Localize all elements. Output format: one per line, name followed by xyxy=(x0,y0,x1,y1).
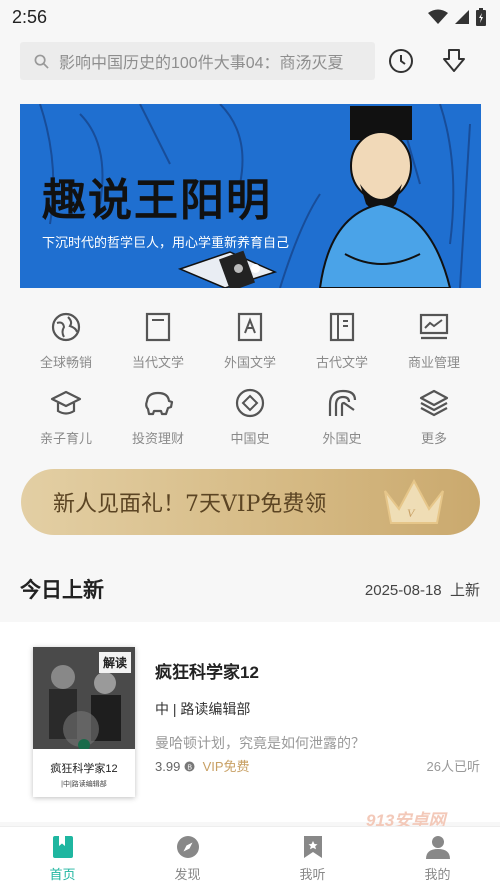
book-price: 3.99 B VIP免费 xyxy=(155,756,250,775)
signal-icon xyxy=(455,10,469,24)
user-icon xyxy=(425,836,450,859)
promo-text: 新人见面礼！7天VIP免费领 xyxy=(53,492,327,517)
book-title: 疯狂科学家12 xyxy=(155,663,259,682)
status-time: 2:56 xyxy=(12,6,48,27)
clock-icon xyxy=(389,49,413,73)
tab-my-listening[interactable]: 我听 xyxy=(250,827,375,889)
bookmark-book-icon xyxy=(52,836,73,858)
chart-icon xyxy=(419,313,449,340)
promo-banner[interactable]: 趣说王阳明 下沉时代的哲学巨人，用心学重新养育自己 xyxy=(20,104,481,288)
tab-label: 我听 xyxy=(299,867,326,882)
listener-count: 26人已听 xyxy=(426,759,480,774)
book-list: 解读 疯狂科学家12 |中|路读编辑部 疯狂科学家12 中 | 路读编辑部 曼哈… xyxy=(0,622,500,822)
cover-author: |中|路读编辑部 xyxy=(61,781,107,788)
search-input[interactable]: 影响中国历史的100件大事04：商汤灭夏 xyxy=(20,42,375,80)
globe-icon xyxy=(51,312,81,342)
history-button[interactable] xyxy=(384,44,418,78)
category-label: 亲子育儿 xyxy=(39,431,92,446)
scroll-book-icon xyxy=(329,312,355,342)
scroll-book xyxy=(177,250,278,288)
rainbow-icon xyxy=(328,389,357,416)
category-label: 当代文学 xyxy=(131,355,184,370)
banner-subtitle: 下沉时代的哲学巨人，用心学重新养育自己 xyxy=(42,235,290,250)
category-label: 古代文学 xyxy=(315,355,368,370)
piggy-bank-icon xyxy=(145,391,174,416)
bookmark-icon xyxy=(303,836,322,858)
layers-icon xyxy=(419,389,449,417)
book-icon xyxy=(145,312,171,342)
svg-text:B: B xyxy=(187,764,192,771)
section-date: 2025-08-18 上新 xyxy=(365,579,480,600)
diamond-icon xyxy=(235,388,265,418)
compass-icon xyxy=(176,836,199,858)
section-date-suffix: 上新 xyxy=(449,581,480,599)
letter-a-icon xyxy=(237,312,263,342)
category-grid: 全球畅销 当代文学 外国文学 古代文学 商业管理 亲子育儿 投资理财 中国史 外… xyxy=(20,310,480,462)
status-bar: 2:56 xyxy=(0,0,500,34)
banner-title: 趣说王阳明 xyxy=(42,175,272,226)
graduation-cap-icon xyxy=(50,390,82,415)
category-label: 更多 xyxy=(420,431,447,446)
category-contemporary-literature[interactable]: 当代文学 xyxy=(112,310,204,386)
tab-profile[interactable]: 我的 xyxy=(375,827,500,889)
download-icon xyxy=(443,49,465,72)
carousel-dot-active[interactable] xyxy=(251,264,260,273)
book-author: 中 | 路读编辑部 xyxy=(155,701,251,717)
category-investment[interactable]: 投资理财 xyxy=(112,386,204,462)
category-more[interactable]: 更多 xyxy=(388,386,480,462)
search-placeholder: 影响中国历史的100件大事04：商汤灭夏 xyxy=(59,55,344,72)
category-label: 投资理财 xyxy=(131,431,184,446)
category-global-bestseller[interactable]: 全球畅销 xyxy=(20,310,112,386)
carousel-dot[interactable] xyxy=(234,264,243,273)
scholar-figure xyxy=(318,106,452,288)
category-foreign-literature[interactable]: 外国文学 xyxy=(204,310,296,386)
battery-icon xyxy=(476,8,486,26)
category-label: 全球畅销 xyxy=(39,355,92,370)
cover-title: 疯狂科学家12 xyxy=(50,763,118,775)
category-label: 中国史 xyxy=(230,431,270,446)
tab-label: 首页 xyxy=(49,867,76,882)
carousel-dots xyxy=(234,264,260,273)
tab-discover[interactable]: 发现 xyxy=(125,827,250,889)
vip-free-label: VIP免费 xyxy=(202,759,250,774)
category-label: 外国史 xyxy=(322,431,362,446)
book-info[interactable]: 疯狂科学家12 中 | 路读编辑部 曼哈顿计划，究竟是如何泄露的？ xyxy=(155,658,365,753)
category-foreign-history[interactable]: 外国史 xyxy=(296,386,388,462)
crown-icon: V xyxy=(384,478,444,524)
section-title: 今日上新 xyxy=(20,579,104,602)
tab-label: 我的 xyxy=(424,867,451,882)
category-label: 外国文学 xyxy=(223,355,276,370)
download-button[interactable] xyxy=(437,44,471,78)
category-ancient-literature[interactable]: 古代文学 xyxy=(296,310,388,386)
top-bar: 影响中国历史的100件大事04：商汤灭夏 xyxy=(0,38,500,84)
bottom-tab-bar: 首页 发现 我听 我的 xyxy=(0,826,500,889)
coin-icon: B xyxy=(184,761,195,772)
wifi-icon xyxy=(428,9,448,24)
search-icon xyxy=(34,54,49,69)
category-parenting[interactable]: 亲子育儿 xyxy=(20,386,112,462)
price-value: 3.99 xyxy=(155,759,181,774)
vip-promo-banner[interactable]: 新人见面礼！7天VIP免费领 V xyxy=(21,469,480,535)
category-label: 商业管理 xyxy=(407,355,460,370)
section-header: 今日上新 2025-08-18 上新 xyxy=(20,574,480,604)
tab-home[interactable]: 首页 xyxy=(0,827,125,889)
category-chinese-history[interactable]: 中国史 xyxy=(204,386,296,462)
book-cover[interactable]: 解读 疯狂科学家12 |中|路读编辑部 xyxy=(33,647,135,797)
section-date-value: 2025-08-18 xyxy=(364,581,442,599)
status-icons xyxy=(428,8,486,26)
category-business-management[interactable]: 商业管理 xyxy=(388,310,480,386)
book-description: 曼哈顿计划，究竟是如何泄露的？ xyxy=(155,735,365,751)
tab-label: 发现 xyxy=(174,867,201,882)
interpretation-badge: 解读 xyxy=(98,652,131,673)
